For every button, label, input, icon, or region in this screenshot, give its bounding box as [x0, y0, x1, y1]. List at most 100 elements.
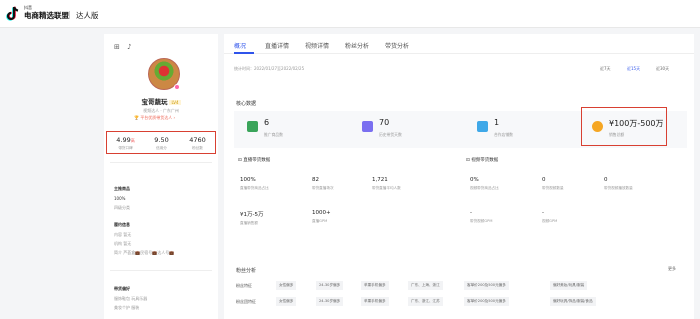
kpi-value: 70: [379, 118, 390, 127]
cell-label: 视频GPM: [542, 219, 558, 223]
cell-label: 带货视频数量: [542, 186, 564, 190]
live-cell: 1000+ 直播GPM: [312, 210, 331, 224]
video-cell: 0% 视频带货商品占比: [470, 177, 499, 191]
fan-row-label: 粉丝团特征: [236, 299, 256, 304]
stat-value: 9.50: [154, 136, 169, 144]
core-data-title: 核心数据: [236, 101, 257, 107]
section-line: 100%: [114, 196, 126, 201]
fan-tag: 客单价200及500元偏多: [464, 297, 509, 306]
fans-more-link[interactable]: 更多: [668, 266, 676, 272]
section-line: 服饰鞋包 玩具乐器: [114, 296, 148, 301]
kpi-value: 6: [264, 118, 270, 127]
range-15d-button[interactable]: 近15天: [627, 66, 640, 72]
stat-unit: 高: [130, 138, 135, 143]
profile-role: 视频达人 · 广东广州: [143, 108, 179, 113]
kpi-label: 合作店铺数: [494, 132, 513, 137]
fan-tag: 女性偏多: [276, 297, 297, 306]
avatar-badge: [174, 84, 180, 90]
profile-stats-highlight: 4.99高 带货口碑 9.50 信用分 4760 粉丝数: [106, 131, 216, 154]
active-tab-indicator: [234, 52, 254, 54]
cell-value: 1,721: [372, 177, 388, 183]
stat-label: 带货口碑: [118, 146, 133, 150]
tiktok-icon[interactable]: ♪: [127, 43, 131, 51]
tab-overview[interactable]: 概况: [234, 41, 246, 50]
section-line: 内容 暂无: [114, 232, 132, 237]
cell-label: 视频带货商品占比: [470, 186, 499, 190]
fan-tag: 偏好玩具/饰品/服装/食品: [550, 297, 596, 306]
live-cell: 82 带货直播场次: [312, 177, 334, 191]
grid-icon[interactable]: ⊞: [114, 43, 120, 51]
section-line: 简介 芦荟盒💼民宿号💼达人号💼: [114, 250, 175, 255]
sales-highlight: [581, 107, 667, 146]
stat-label: 粉丝数: [192, 146, 203, 150]
cell-value: ¥1万-5万: [240, 212, 264, 218]
cell-label: 带货直播平均人数: [372, 186, 401, 190]
divider: [110, 162, 212, 163]
stat-label: 信用分: [156, 146, 167, 150]
fan-tag: 女性偏多: [276, 281, 297, 290]
divider: [110, 270, 212, 271]
tab-sales[interactable]: 带货分析: [385, 41, 409, 50]
fan-tag: 苹果手机偏多: [361, 281, 389, 290]
profile-panel: ⊞ ♪ 宝哥蔬玩 LV4 视频达人 · 广东广州 🏆 平台优质带货达人 › 4.9…: [104, 34, 218, 319]
live-cell: 1,721 带货直播平均人数: [372, 177, 401, 191]
cell-label: 带货视频GPM: [470, 219, 493, 223]
video-cell: - 带货视频GPM: [470, 210, 492, 224]
section-title: 履约信息: [114, 222, 130, 227]
cell-value: 1000+: [312, 210, 331, 216]
video-cell: - 视频GPM: [542, 210, 557, 224]
cell-value: 100%: [240, 177, 256, 183]
cell-value: 0: [542, 177, 546, 183]
level-badge: LV4: [169, 99, 181, 105]
fan-tag: 24-30岁偏多: [316, 297, 344, 306]
kpi-value: 1: [494, 118, 500, 127]
video-data-title: ⊡ 视频带货数据: [466, 158, 499, 163]
product-icon: [247, 121, 258, 132]
fans-analysis-title: 粉丝分析: [236, 268, 257, 274]
quality-tag-link[interactable]: 🏆 平台优质带货达人 ›: [134, 115, 175, 121]
section-line: 机构 暂无: [114, 241, 132, 246]
shop-icon: [477, 121, 488, 132]
cell-label: 直播带货商品占比: [240, 186, 269, 190]
cell-value: 0%: [470, 177, 479, 183]
tab-bar: 概况 直播详情 视频详情 粉丝分析 带货分析: [224, 34, 694, 54]
profile-top-icons: ⊞ ♪: [114, 43, 137, 51]
video-cell: 0 带货视频数量: [542, 177, 564, 191]
fan-tag: 24-30岁偏多: [316, 281, 344, 290]
cell-label: 直播GPM: [312, 219, 328, 223]
live-data-title: ⊡ 直播带货数据: [238, 158, 271, 163]
fan-tag: 偏好美妆/玩具/服装: [550, 281, 588, 290]
stat-value: 4760: [189, 136, 206, 144]
stat-fans: 4760 粉丝数: [181, 136, 214, 151]
cell-label: 带货直播场次: [312, 186, 334, 190]
stat-period: 统计时间：2022/01/27至2022/02/25: [234, 66, 305, 71]
stat-value: 4.99: [116, 136, 131, 144]
cell-value: 82: [312, 177, 319, 183]
section-title: 带货偏好: [114, 286, 130, 291]
tab-fans[interactable]: 粉丝分析: [345, 41, 369, 50]
fan-tag: 广东、上海、浙江: [408, 281, 443, 290]
range-30d-button[interactable]: 近30天: [656, 66, 669, 72]
tab-live[interactable]: 直播详情: [265, 41, 289, 50]
fan-tag: 广东、浙江、江苏: [408, 297, 443, 306]
stat-credit: 9.50 信用分: [145, 136, 178, 151]
live-cell: 100% 直播带货商品占比: [240, 177, 269, 191]
tab-video[interactable]: 视频详情: [305, 41, 329, 50]
profile-name-text: 宝哥蔬玩: [141, 98, 168, 106]
top-bar: 抖音 电商精选联盟 达人版: [0, 0, 700, 28]
section-title: 主推商品: [114, 186, 130, 191]
main-panel: 概况 直播详情 视频详情 粉丝分析 带货分析 统计时间：2022/01/27至2…: [224, 34, 694, 319]
profile-name: 宝哥蔬玩 LV4: [104, 96, 218, 106]
range-7d-button[interactable]: 近7天: [600, 66, 611, 72]
kpi-label: 历史带货天数: [379, 132, 402, 137]
brand-separator: [69, 11, 70, 19]
cell-value: -: [470, 210, 472, 216]
live-cell: ¥1万-5万 直播销售额: [240, 210, 263, 226]
video-cell: 0 带货视频播放数量: [604, 177, 633, 191]
section-line: 四级分类: [114, 205, 130, 210]
section-line: 美妆个护 服装: [114, 305, 140, 310]
cell-label: 直播销售额: [240, 221, 258, 225]
douyin-logo-icon: [6, 6, 19, 21]
cell-label: 带货视频播放数量: [604, 186, 633, 190]
calendar-icon: [362, 121, 373, 132]
